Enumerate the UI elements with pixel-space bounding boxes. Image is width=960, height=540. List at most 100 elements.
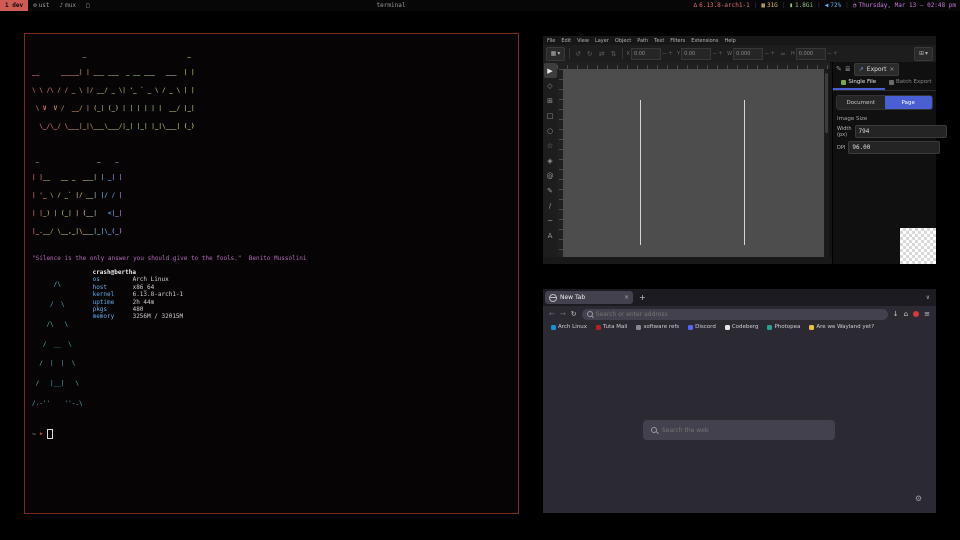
scrollbar-thumb[interactable] — [825, 73, 828, 133]
flip-vertical-icon[interactable]: ⇅ — [610, 50, 618, 58]
tool-star[interactable]: ☆ — [544, 138, 557, 153]
x-input[interactable]: 0.00 — [631, 48, 661, 60]
h-minus-button[interactable]: − — [827, 50, 832, 57]
menu-view[interactable]: View — [577, 38, 589, 44]
y-coordinate-field: Y 0.00 − + — [677, 48, 723, 60]
bookmark-codeberg[interactable]: Codeberg — [725, 324, 759, 330]
document-button[interactable]: Document — [837, 96, 885, 109]
page-guide-right[interactable] — [744, 100, 745, 245]
w-plus-button[interactable]: + — [770, 50, 775, 57]
forward-icon[interactable]: → — [560, 310, 566, 318]
url-input[interactable] — [596, 311, 883, 318]
export-preview-thumbnail — [900, 228, 936, 264]
personalize-gear-icon[interactable]: ⚙ — [915, 494, 922, 503]
menu-layer[interactable]: Layer — [595, 38, 609, 44]
adblock-extension-icon[interactable] — [913, 311, 919, 317]
export-dialog-tab[interactable]: ↗ Export × — [854, 63, 900, 76]
workspace-tag-mux[interactable]: ♪ mux — [55, 0, 81, 11]
bookmark-tuta-mail[interactable]: Tuta Mail — [596, 324, 627, 330]
tab-new-tab[interactable]: New Tab × — [545, 291, 633, 304]
workspace-tag-dev[interactable]: 1 dev — [0, 0, 28, 11]
back-icon[interactable]: ← — [549, 310, 555, 318]
tool-spiral[interactable]: @ — [544, 168, 557, 183]
tool-text[interactable]: A — [544, 228, 557, 243]
url-bar[interactable] — [582, 309, 888, 320]
disk-segment: ▦ 31G — [761, 2, 777, 9]
inkscape-menubar: File Edit View Layer Object Path Text Fi… — [543, 36, 936, 45]
inkscape-window[interactable]: File Edit View Layer Object Path Text Fi… — [543, 36, 936, 264]
reload-icon[interactable]: ↻ — [571, 310, 577, 318]
inkscape-canvas[interactable] — [563, 69, 824, 257]
menu-icon[interactable]: ≡ — [924, 310, 930, 318]
export-width-input[interactable] — [855, 125, 947, 138]
close-tab-icon[interactable]: × — [624, 294, 629, 301]
y-plus-button[interactable]: + — [718, 50, 723, 57]
menu-edit[interactable]: Edit — [561, 38, 571, 44]
x-label: X — [627, 51, 630, 57]
page-button[interactable]: Page — [885, 96, 933, 109]
snap-controls-button[interactable]: ⊞ ▾ — [914, 47, 933, 61]
bookmark-discord[interactable]: Discord — [688, 324, 716, 330]
lock-ratio-icon[interactable]: ∞ — [779, 50, 787, 58]
bookmark-photopea[interactable]: Photopea — [767, 324, 800, 330]
web-search-box[interactable] — [643, 420, 835, 440]
new-tab-button[interactable]: + — [639, 293, 646, 302]
list-all-tabs-icon[interactable]: ∨ — [926, 294, 930, 301]
menu-text[interactable]: Text — [654, 38, 664, 44]
tab-single-file[interactable]: Single File — [833, 76, 885, 90]
tool-pen[interactable]: / — [544, 198, 557, 213]
logo-line: / __ \ — [32, 342, 83, 349]
h-plus-button[interactable]: + — [833, 50, 838, 57]
w-input[interactable]: 0.000 — [733, 48, 763, 60]
downloads-icon[interactable]: ↓ — [893, 310, 899, 318]
home-icon[interactable]: ⌂ — [904, 310, 908, 318]
image-size-heading: Image Size — [837, 116, 932, 122]
tool-selector[interactable]: ▶ — [544, 63, 557, 78]
horizontal-ruler[interactable] — [557, 62, 830, 69]
shell-prompt[interactable]: ~ ▶ — [32, 429, 514, 439]
menu-filters[interactable]: Filters — [670, 38, 685, 44]
tab-batch-export[interactable]: Batch Export — [885, 76, 937, 88]
edit-icon[interactable]: ✎ — [836, 65, 842, 73]
tool-rectangle[interactable]: □ — [544, 108, 557, 123]
browser-window[interactable]: New Tab × + ∨ ← → ↻ ↓ ⌂ ≡ Arch Linux Tut… — [543, 289, 936, 513]
menu-file[interactable]: File — [547, 38, 555, 44]
x-minus-button[interactable]: − — [662, 50, 667, 57]
tool-pencil[interactable]: ✎ — [544, 183, 557, 198]
web-search-input[interactable] — [662, 427, 827, 434]
single-file-label: Single File — [848, 79, 876, 85]
y-input[interactable]: 0.00 — [681, 48, 711, 60]
workspace-tag-ust[interactable]: ⚙ ust — [28, 0, 54, 11]
workspace-tag-label: mux — [65, 2, 76, 9]
tool-calligraphy[interactable]: ~ — [544, 213, 557, 228]
rotate-ccw-icon[interactable]: ↺ — [574, 50, 582, 58]
tool-3d-box[interactable]: ◈ — [544, 153, 557, 168]
tool-shape-builder[interactable]: ⊞ — [544, 93, 557, 108]
export-dpi-input[interactable] — [848, 141, 940, 154]
menu-path[interactable]: Path — [637, 38, 648, 44]
page-guide-left[interactable] — [640, 100, 641, 245]
x-plus-button[interactable]: + — [668, 50, 673, 57]
tool-node[interactable]: ◇ — [544, 78, 557, 93]
rotate-cw-icon[interactable]: ↻ — [586, 50, 594, 58]
tool-ellipse[interactable]: ○ — [544, 123, 557, 138]
bookmark-folder-software-refs[interactable]: software refs — [636, 324, 679, 330]
bookmark-arch-linux[interactable]: Arch Linux — [551, 324, 587, 330]
h-input[interactable]: 0.000 — [796, 48, 826, 60]
terminal-window[interactable]: _ _ __ _____| | ___ ___ _ __ ___ ___ | |… — [24, 33, 519, 514]
bookmark-are-we-wayland-yet[interactable]: Are we Wayland yet? — [809, 324, 874, 330]
menu-help[interactable]: Help — [724, 38, 735, 44]
layers-icon[interactable]: ≣ — [845, 65, 851, 73]
canvas-scrollbar[interactable] — [824, 69, 829, 257]
fetch-label: host — [93, 284, 133, 291]
menu-object[interactable]: Object — [615, 38, 631, 44]
menu-extensions[interactable]: Extensions — [691, 38, 718, 44]
fetch-row-uptime: uptime2h 44m — [93, 299, 184, 306]
flip-horizontal-icon[interactable]: ⇄ — [598, 50, 606, 58]
layout-indicator[interactable]: □ — [81, 0, 95, 11]
selection-mode-dropdown[interactable]: ▦ ▾ — [546, 47, 565, 61]
memory-icon: ▮ — [789, 2, 793, 9]
w-minus-button[interactable]: − — [764, 50, 769, 57]
close-icon[interactable]: × — [889, 66, 894, 73]
y-minus-button[interactable]: − — [712, 50, 717, 57]
